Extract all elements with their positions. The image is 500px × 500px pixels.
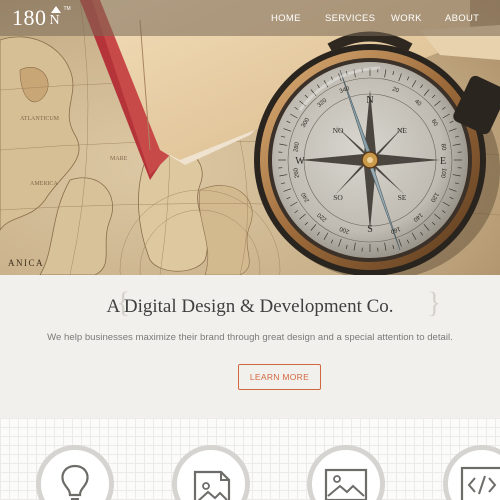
- logo-north-mark: N TM: [49, 4, 71, 32]
- compass-letter-so: SO: [333, 193, 343, 202]
- compass-degree-label: 40: [413, 99, 422, 108]
- service-design[interactable]: [172, 445, 250, 500]
- compass-degree-label: 260: [293, 167, 301, 179]
- compass-degree-label: 60: [430, 119, 439, 128]
- compass-degree-label: 160: [389, 225, 401, 234]
- compass-degree-label: 120: [429, 191, 440, 203]
- compass-letter-w: W: [295, 156, 305, 167]
- service-ideas[interactable]: [36, 445, 114, 500]
- service-photography[interactable]: [307, 445, 385, 500]
- code-icon: [460, 466, 500, 500]
- logo-trademark: TM: [63, 6, 71, 12]
- compass-degree-label: 300: [301, 117, 312, 129]
- compass-letter-se: SE: [398, 193, 407, 202]
- image-frame-icon: [324, 468, 368, 500]
- compass-letter-e: E: [440, 156, 446, 167]
- logo[interactable]: 180 N TM: [12, 4, 71, 32]
- map-label: ANICA: [8, 258, 44, 268]
- compass-degree-label: 240: [300, 191, 311, 203]
- nav-home-link[interactable]: HOME: [271, 13, 301, 24]
- compass-degree-label: 80: [439, 143, 446, 151]
- intro-description: We help businesses maximize their brand …: [47, 332, 453, 343]
- logo-letter: N: [49, 13, 60, 28]
- service-development[interactable]: [443, 445, 500, 500]
- compass-degree-label: 280: [293, 141, 301, 153]
- compass-degree-label: 340: [339, 86, 351, 95]
- compass-letter-no: NO: [333, 126, 344, 135]
- compass-letter-ne: NE: [397, 126, 407, 135]
- compass-degree-label: 140: [411, 211, 423, 222]
- compass-degree-label: 200: [338, 225, 350, 234]
- learn-more-button[interactable]: LEARN MORE: [238, 364, 321, 390]
- compass-degree-label: 220: [316, 211, 328, 222]
- image-document-icon: [193, 470, 231, 500]
- lightbulb-icon: [61, 464, 89, 500]
- hero-text-layer: ANICA N S E W NE NO SO SE 320 340 20 40 60 80…: [8, 86, 447, 268]
- compass-degree-label: 20: [391, 87, 400, 95]
- nav-services-link[interactable]: SERVICES: [325, 13, 375, 24]
- top-navigation-bar: 180 N TM HOME SERVICES WORK ABOUT: [0, 0, 500, 36]
- hero-banner: ATLANTICUM MARE AMERICA ANICA N S E W NE…: [0, 0, 500, 275]
- compass-degree-label: 320: [317, 97, 329, 108]
- nav-work-link[interactable]: WORK: [391, 13, 422, 24]
- north-arrow-icon: [50, 6, 61, 13]
- nav-about-link[interactable]: ABOUT: [445, 13, 479, 24]
- compass-degree-label: 100: [439, 167, 447, 179]
- compass-letter-s: S: [367, 224, 373, 235]
- compass-letter-n: N: [366, 95, 373, 106]
- logo-number: 180: [12, 5, 47, 30]
- headline-brace-right: }: [427, 286, 442, 319]
- page-headline: A Digital Design & Development Co.: [106, 296, 394, 317]
